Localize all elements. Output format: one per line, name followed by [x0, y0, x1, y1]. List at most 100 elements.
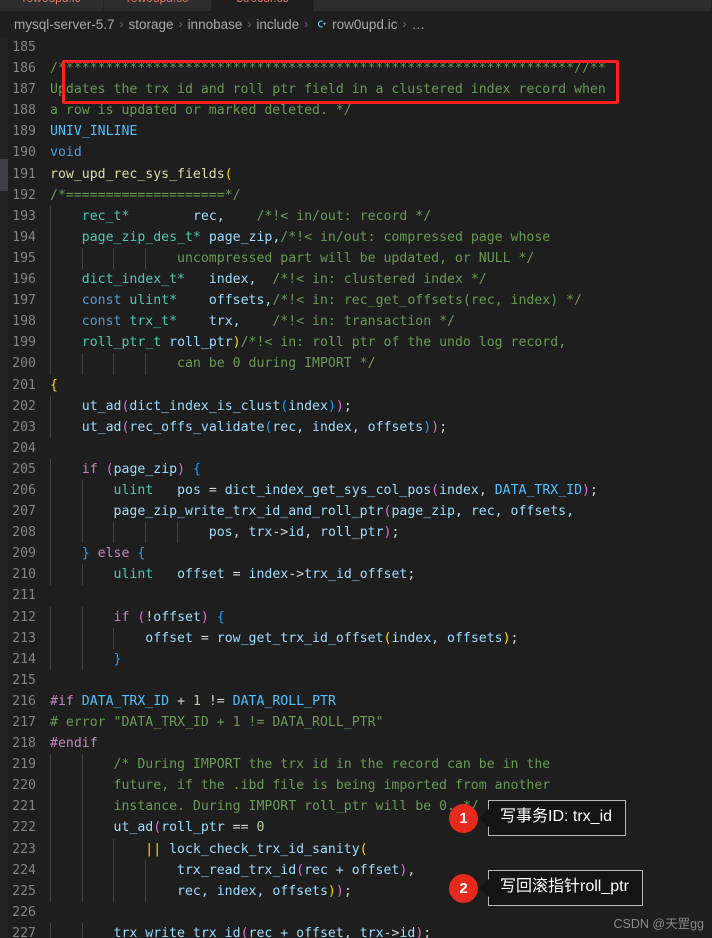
code-token: trx_t*: [129, 314, 178, 330]
code-token: const: [81, 293, 122, 309]
code-token: trx: [248, 525, 273, 541]
editor-tab-2[interactable]: row0upd.cc: [104, 0, 212, 11]
breadcrumb-item-2[interactable]: storage: [129, 17, 174, 32]
breadcrumb-item-1[interactable]: mysql-server-5.7: [14, 17, 115, 32]
indent-guide: [50, 754, 51, 776]
code-line-text: ut_ad(rec_offs_validate(rec, index, offs…: [50, 416, 712, 438]
code-token: {: [193, 461, 201, 477]
code-line-text: dict_index_t* index, /*!< in: clustered …: [50, 269, 712, 291]
code-token: roll_ptr: [161, 820, 225, 836]
code-line-text: if (page_zip) {: [50, 458, 712, 480]
code-line[interactable]: 219 /* During IMPORT the trx id in the r…: [0, 754, 712, 776]
code-line[interactable]: 216 #if DATA_TRX_ID + 1 != DATA_ROLL_PTR: [0, 691, 712, 712]
code-token: ||: [145, 841, 170, 857]
code-line[interactable]: 210 ulint offset = index->trx_id_offset;: [0, 564, 712, 586]
code-line[interactable]: 198 const trx_t* trx, /*!< in: transacti…: [0, 311, 712, 333]
code-token: =: [200, 482, 225, 498]
indent-guide: [81, 838, 83, 860]
code-line[interactable]: 194 page_zip_des_t* page_zip,/*!< in/out…: [0, 226, 712, 248]
code-line[interactable]: 203 ut_ad(rec_offs_validate(rec, index, …: [0, 416, 712, 438]
line-number: 186: [12, 61, 36, 77]
code-line[interactable]: 223 || lock_check_trx_id_sanity(: [0, 838, 712, 860]
code-token: ut_ad: [113, 820, 154, 836]
code-token: #if: [50, 693, 74, 709]
code-line[interactable]: 190 void: [0, 142, 712, 163]
code-line[interactable]: 186 /************************************…: [0, 58, 712, 79]
code-line[interactable]: 196 dict_index_t* index, /*!< in: cluste…: [0, 269, 712, 291]
breadcrumb-item-6[interactable]: …: [411, 17, 425, 32]
breadcrumb-separator: ›: [178, 17, 183, 31]
code-token: rec_t*: [81, 208, 130, 224]
code-line[interactable]: 187 Updates the trx id and roll ptr field…: [0, 79, 712, 100]
code-line[interactable]: 204: [0, 438, 712, 459]
code-line[interactable]: 192 /*====================*/: [0, 185, 712, 206]
code-line[interactable]: 188 a row is updated or marked deleted. *…: [0, 100, 712, 121]
code-token: can be 0 during IMPORT */: [177, 356, 376, 372]
code-line[interactable]: 193 rec_t* rec, /*!< in/out: record */: [0, 205, 712, 227]
line-number: 190: [12, 145, 36, 161]
code-line[interactable]: 209 } else {: [0, 543, 712, 565]
code-token: ): [423, 419, 432, 435]
line-number: 199: [12, 335, 36, 351]
line-number: 227: [12, 925, 36, 938]
indent-guide: [113, 880, 115, 902]
code-line[interactable]: 206 ulint pos = dict_index_get_sys_col_p…: [0, 479, 712, 502]
editor-tab-1[interactable]: row0upd.ic: [0, 0, 104, 11]
code-token: ;: [423, 925, 432, 938]
callout-1-label: 写事务ID: trx_id: [488, 800, 627, 836]
breadcrumb-item-5[interactable]: row0upd.ic: [313, 17, 397, 32]
code-token: ut_ad: [81, 398, 122, 414]
code-line[interactable]: 207 page_zip_write_trx_id_and_roll_ptr(p…: [0, 501, 712, 523]
code-token: offsets,: [208, 293, 273, 309]
code-line[interactable]: 217 # error "DATA_TRX_ID + 1 != DATA_ROLL…: [0, 712, 712, 733]
code-line-text: /*====================*/: [50, 185, 712, 206]
code-line[interactable]: 195 uncompressed part will be updated, o…: [0, 247, 712, 270]
code-line[interactable]: 199 roll_ptr_t roll_ptr)/*!< in: roll pt…: [0, 332, 712, 354]
editor-tab-3[interactable]: btr0cur.cc: [212, 0, 314, 11]
code-line-text: future, if the .ibd file is being import…: [50, 775, 712, 797]
code-line[interactable]: 227 trx_write_trx_id(rec + offset, trx->…: [0, 922, 712, 938]
code-line[interactable]: 197 const ulint* offsets,/*!< in: rec_ge…: [0, 290, 712, 312]
indent-guide: [81, 522, 83, 544]
indent-guide: [50, 838, 51, 860]
code-token: (: [153, 820, 162, 836]
code-token: rec, index, offsets: [272, 419, 424, 435]
breadcrumb-item-3[interactable]: innobase: [188, 17, 243, 32]
breadcrumb-item-4[interactable]: include: [256, 17, 299, 32]
indent-guide: [50, 859, 51, 881]
code-token: dict_index_is_clust: [129, 398, 281, 414]
code-line[interactable]: 218 #endif: [0, 733, 712, 754]
code-line[interactable]: 215: [0, 670, 712, 691]
code-token: uncompressed part will be updated, or NU…: [177, 250, 535, 266]
code-line[interactable]: 189 UNIV_INLINE: [0, 121, 712, 142]
code-line[interactable]: 212 if (!offset) {: [0, 606, 712, 628]
code-token: dict_index_t*: [81, 272, 185, 288]
code-line[interactable]: 185: [0, 37, 712, 58]
code-line[interactable]: 201 {: [0, 375, 712, 396]
code-line[interactable]: 200 can be 0 during IMPORT */: [0, 353, 712, 375]
code-line-text: /* During IMPORT the trx id in the recor…: [50, 754, 712, 776]
indent-guide: [50, 226, 51, 248]
code-token: index,: [208, 272, 257, 288]
code-line[interactable]: 208 pos, trx->id, roll_ptr);: [0, 522, 712, 544]
code-line[interactable]: 214 }: [0, 648, 712, 670]
line-number: 197: [12, 293, 36, 309]
code-line-text: UNIV_INLINE: [50, 121, 712, 142]
editor-tab-4[interactable]: [314, 0, 712, 11]
code-line[interactable]: 220 future, if the .ibd file is being im…: [0, 775, 712, 797]
code-line[interactable]: 202 ut_ad(dict_index_is_clust(index));: [0, 395, 712, 417]
code-token: roll_ptr: [320, 525, 384, 541]
code-line[interactable]: 191 row_upd_rec_sys_fields(: [0, 164, 712, 185]
code-token: ->: [288, 567, 305, 583]
code-line[interactable]: 213 offset = row_get_trx_id_offset(index…: [0, 627, 712, 649]
code-line[interactable]: 211: [0, 585, 712, 606]
callout-2-arrow: [479, 879, 489, 897]
callout-1-badge: 1: [449, 803, 478, 833]
code-line-text: page_zip_write_trx_id_and_roll_ptr(page_…: [50, 501, 712, 523]
indent-guide: [50, 458, 51, 480]
code-line-text: [50, 585, 712, 606]
code-line[interactable]: 205 if (page_zip) {: [0, 458, 712, 480]
